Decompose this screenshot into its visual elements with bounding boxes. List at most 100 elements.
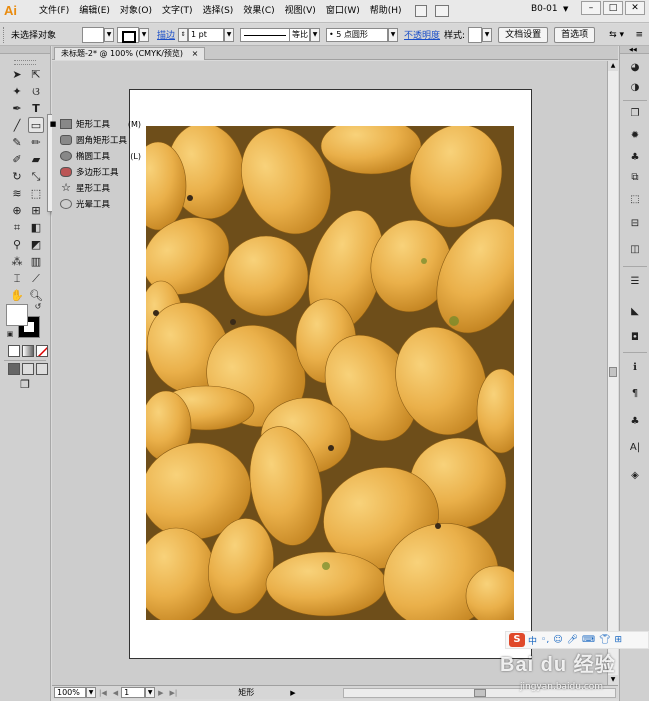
color-panel-icon[interactable]: ◕ xyxy=(626,60,644,76)
swatches-panel-icon[interactable]: ❐ xyxy=(626,106,644,122)
brushes-panel-icon[interactable]: ✹ xyxy=(626,128,644,144)
zoom-dropdown-icon[interactable]: ▼ xyxy=(86,687,96,698)
menu-help[interactable]: 帮助(H) xyxy=(365,0,407,22)
eraser-tool-icon[interactable]: ▰ xyxy=(28,152,44,168)
style-dropdown-icon[interactable]: ▼ xyxy=(482,27,493,42)
menu-file[interactable]: 文件(F) xyxy=(34,0,74,22)
align-panel-icon[interactable]: ⊟ xyxy=(626,216,644,232)
close-icon[interactable]: × xyxy=(192,49,199,58)
maximize-button[interactable]: □ xyxy=(603,1,623,15)
menu-select[interactable]: 选择(S) xyxy=(198,0,239,22)
color-mode-icon[interactable] xyxy=(8,345,20,357)
document-setup-button[interactable]: 文档设置 xyxy=(498,26,549,43)
stroke-swatch[interactable] xyxy=(117,26,140,43)
gradient-tool-icon[interactable]: ◧ xyxy=(28,220,44,236)
tools-panel-header[interactable] xyxy=(0,46,50,54)
transparency-panel-icon[interactable]: ◘ xyxy=(626,330,644,346)
variable-width-profile[interactable] xyxy=(240,27,291,42)
type-tool-icon[interactable]: T xyxy=(28,101,44,117)
mesh-tool-icon[interactable]: ⌗ xyxy=(9,220,25,236)
close-button[interactable]: ✕ xyxy=(625,1,645,15)
color-guide-icon[interactable]: ◑ xyxy=(626,80,644,96)
grip-icon[interactable] xyxy=(3,26,7,43)
scroll-up-icon[interactable]: ▲ xyxy=(608,61,618,71)
blob-brush-tool-icon[interactable]: ✐ xyxy=(9,152,25,168)
scale-tool-icon[interactable]: ⤡ xyxy=(28,169,44,185)
menu-object[interactable]: 对象(O) xyxy=(115,0,157,22)
warp-tool-icon[interactable]: ≋ xyxy=(9,186,25,202)
layers-panel-icon[interactable]: ◈ xyxy=(626,468,644,484)
paragraph-panel-icon[interactable]: ¶ xyxy=(626,386,644,402)
shape-builder-tool-icon[interactable]: ⊕ xyxy=(9,203,25,219)
draw-normal-icon[interactable] xyxy=(8,363,20,375)
profile-dropdown-icon[interactable]: ▼ xyxy=(310,27,321,42)
bridge-icon[interactable] xyxy=(414,5,427,17)
stroke-weight-stepper[interactable]: ⇕ xyxy=(178,27,189,42)
default-colors-icon[interactable]: ▣ xyxy=(5,329,15,339)
symbol-sprayer-tool-icon[interactable]: ⁂ xyxy=(9,254,25,270)
draw-behind-icon[interactable] xyxy=(22,363,34,375)
eyedropper-tool-icon[interactable]: ⚲ xyxy=(9,237,25,253)
mango-photo[interactable] xyxy=(146,126,514,620)
paintbrush-tool-icon[interactable]: ✎ xyxy=(9,135,25,151)
vertical-scroll-thumb[interactable] xyxy=(609,367,617,377)
collapse-panels-icon[interactable] xyxy=(620,46,649,54)
none-mode-icon[interactable] xyxy=(36,345,48,357)
fill-dropdown-icon[interactable]: ▼ xyxy=(104,27,115,42)
align-options-icon[interactable]: ⇆ ▾ xyxy=(609,30,624,40)
fill-swatch[interactable] xyxy=(82,26,105,43)
grip-icon[interactable] xyxy=(14,60,36,65)
screen-mode-icon[interactable]: ❐ xyxy=(17,377,33,393)
brush-dropdown-icon[interactable]: ▼ xyxy=(388,27,399,42)
slice-tool-icon[interactable]: ⟋ xyxy=(28,271,44,287)
document-tab[interactable]: 未标题-2* @ 100% (CMYK/预览) × xyxy=(54,47,206,60)
menu-effect[interactable]: 效果(C) xyxy=(238,0,279,22)
rotate-tool-icon[interactable]: ↻ xyxy=(9,169,25,185)
last-artboard-icon[interactable]: ▶| xyxy=(170,689,178,697)
magic-wand-tool-icon[interactable]: ✦ xyxy=(9,84,25,100)
arrange-documents-icon[interactable] xyxy=(434,5,449,17)
brush-definition[interactable]: • 5 点圆形 xyxy=(326,27,389,42)
transform-panel-icon[interactable]: ⬚ xyxy=(626,192,644,208)
gradient-panel-icon[interactable]: ◣ xyxy=(626,304,644,320)
gradient-mode-icon[interactable] xyxy=(22,345,34,357)
pathfinder-panel-icon[interactable]: ◫ xyxy=(626,242,644,258)
lasso-tool-icon[interactable]: ଓ xyxy=(28,84,44,100)
column-graph-tool-icon[interactable]: ▥ xyxy=(28,254,44,270)
previous-artboard-icon[interactable]: ◀ xyxy=(113,689,118,697)
preferences-button[interactable]: 首选项 xyxy=(554,26,596,43)
first-artboard-icon[interactable]: |◀ xyxy=(99,689,107,697)
artboard-dropdown-icon[interactable]: ▼ xyxy=(145,687,156,698)
pencil-tool-icon[interactable]: ✏ xyxy=(28,135,44,151)
symbols-club-icon[interactable]: ♣ xyxy=(626,414,644,430)
menu-edit[interactable]: 编辑(E) xyxy=(74,0,115,22)
graphic-styles-icon[interactable]: ⧉ xyxy=(626,170,644,186)
artboard-number-field[interactable]: 1 xyxy=(121,687,146,698)
character-panel-icon[interactable]: A| xyxy=(626,440,644,456)
blend-tool-icon[interactable]: ◩ xyxy=(28,237,44,253)
opacity-link[interactable]: 不透明度 xyxy=(404,28,440,41)
zoom-field[interactable]: 100% xyxy=(54,687,86,698)
selection-tool-icon[interactable]: ➤ xyxy=(9,67,25,83)
attributes-panel-icon[interactable]: ℹ xyxy=(626,360,644,376)
horizontal-scroll-thumb[interactable] xyxy=(474,689,486,697)
rectangle-tool-icon[interactable]: ▭ xyxy=(28,117,44,133)
fill-color-box[interactable] xyxy=(6,304,28,326)
line-tool-icon[interactable]: ╱ xyxy=(9,118,25,134)
free-transform-tool-icon[interactable]: ⬚ xyxy=(28,186,44,202)
hand-tool-icon[interactable]: ✋ xyxy=(9,288,25,304)
menu-type[interactable]: 文字(T) xyxy=(157,0,198,22)
stroke-dropdown-icon[interactable]: ▼ xyxy=(139,27,150,42)
menu-window[interactable]: 窗口(W) xyxy=(321,0,365,22)
vertical-scrollbar[interactable]: ▲ ▼ xyxy=(607,61,618,685)
next-artboard-icon[interactable]: ▶ xyxy=(158,689,163,697)
panel-menu-icon[interactable]: ≡ xyxy=(635,30,643,40)
chevron-down-icon[interactable]: ▼ xyxy=(563,5,568,13)
artboard-tool-icon[interactable]: ⌶ xyxy=(9,271,25,287)
pen-tool-icon[interactable]: ✒ xyxy=(9,101,25,117)
status-menu-icon[interactable]: ▶ xyxy=(290,689,295,697)
direct-selection-tool-icon[interactable]: ⇱ xyxy=(28,67,44,83)
stroke-weight-field[interactable]: 1 pt xyxy=(188,27,225,42)
swap-colors-icon[interactable]: ↺ xyxy=(33,302,43,312)
symbols-panel-icon[interactable]: ♣ xyxy=(626,150,644,166)
